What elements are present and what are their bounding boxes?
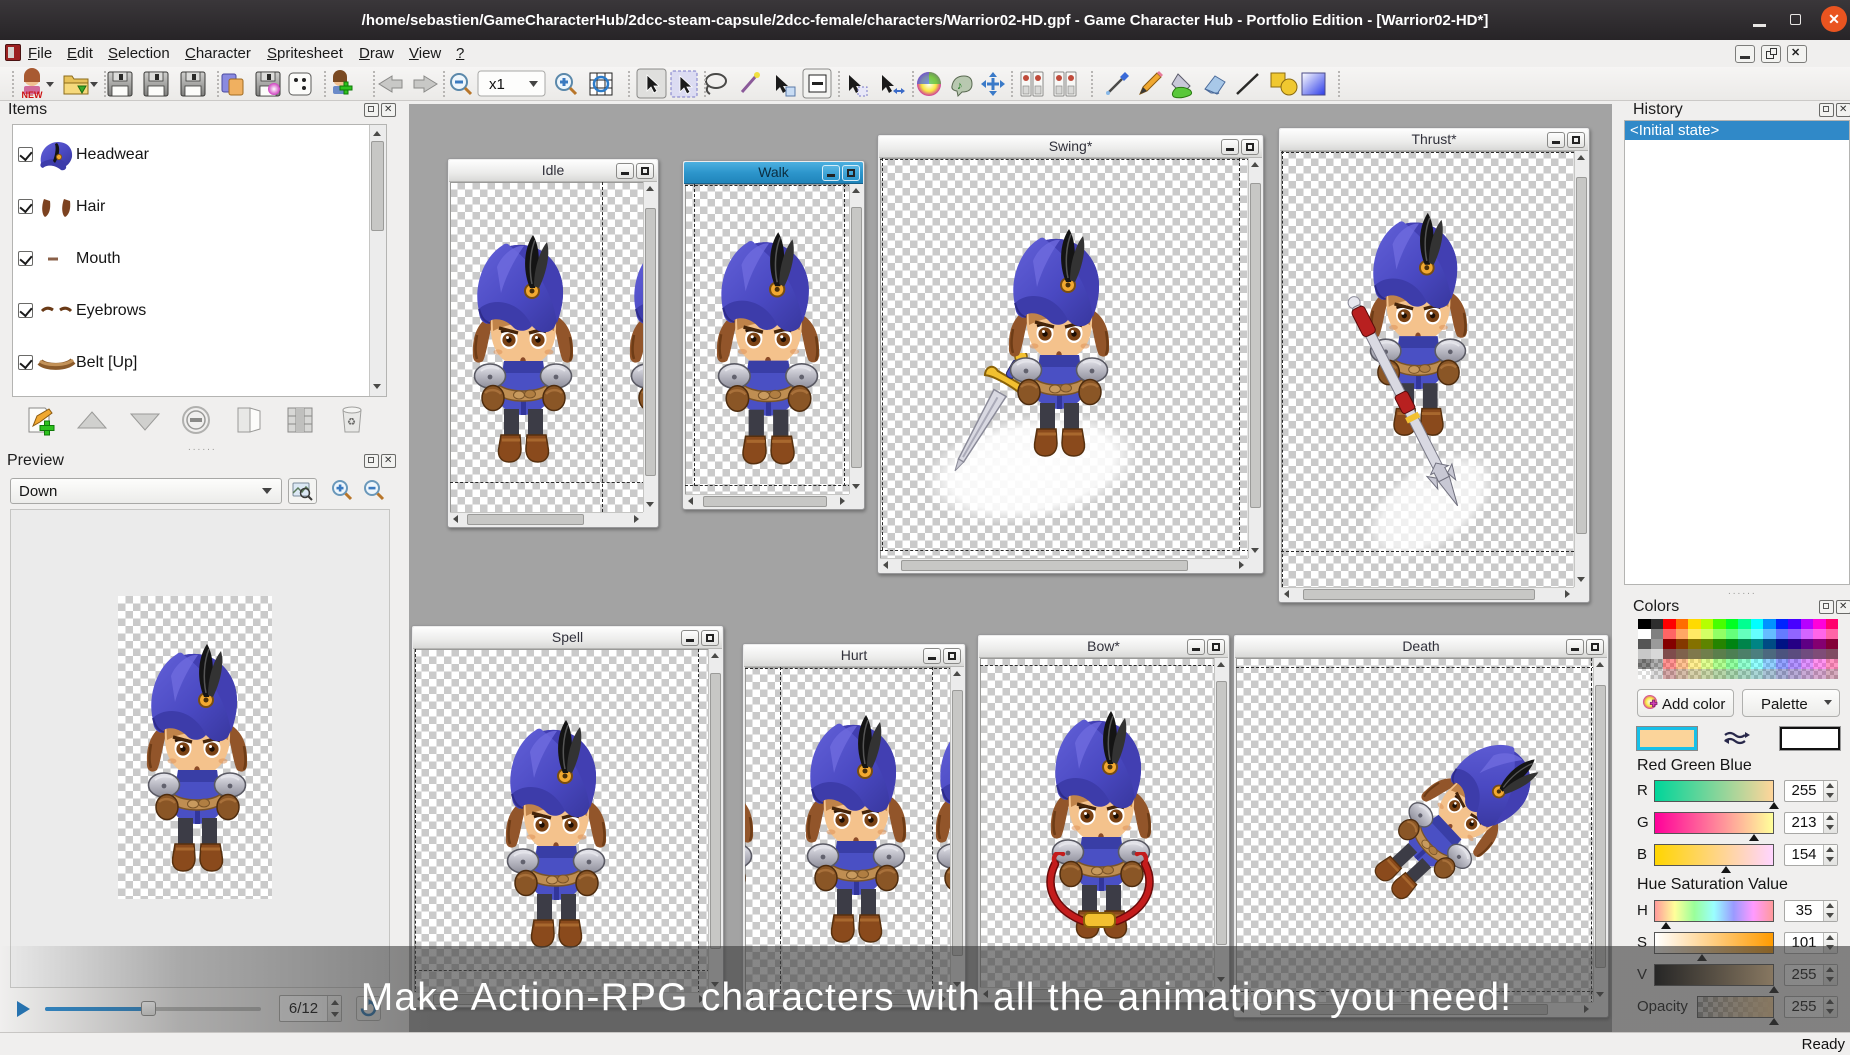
svg-text:♪: ♪ (957, 80, 963, 92)
svg-text:♻: ♻ (347, 417, 356, 428)
svg-text:x1: x1 (489, 76, 505, 93)
svg-text:NEW: NEW (22, 90, 44, 100)
